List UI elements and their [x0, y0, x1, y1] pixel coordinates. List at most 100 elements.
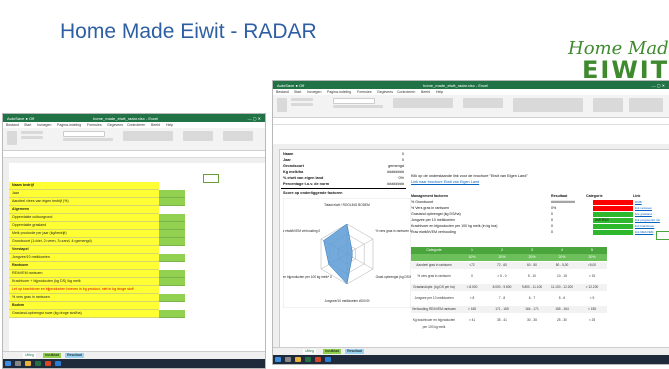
font-select[interactable] [63, 131, 105, 137]
mgmt-link[interactable]: link krachtvoer [635, 224, 654, 228]
mgmt-link[interactable]: link rantsoen [635, 206, 652, 210]
menu-beeld[interactable]: Beeld [421, 90, 430, 94]
input-cell[interactable] [159, 270, 185, 278]
powerpoint-icon[interactable] [45, 361, 51, 366]
selected-cell[interactable] [656, 231, 669, 240]
powerpoint-icon[interactable] [315, 357, 321, 362]
explorer-icon[interactable] [25, 361, 31, 366]
menu-help[interactable]: Help [436, 90, 443, 94]
input-row: Let op krachtvoer en bijproducten hoeven… [9, 286, 159, 294]
mgmt-link[interactable]: #N/B [635, 200, 642, 204]
input-row-label: Jaar [12, 191, 19, 195]
formula-bar[interactable] [273, 118, 669, 125]
font-style-buttons[interactable] [63, 138, 113, 141]
input-cell[interactable] [159, 254, 185, 262]
start-icon[interactable] [5, 361, 11, 366]
input-cell[interactable] [159, 190, 185, 198]
tab-invulblad[interactable]: Invulblad [43, 353, 62, 358]
menu-invoegen[interactable]: Invoegen [37, 123, 51, 127]
menu-pagina-indeling[interactable]: Pagina-indeling [57, 123, 81, 127]
mgmt-link[interactable]: link RE/kVEM [635, 230, 653, 234]
cut-icon[interactable] [291, 98, 313, 101]
menu-start[interactable]: Start [24, 123, 31, 127]
mgmt-label: Grasland opbrengst (kg DS/ha) [411, 212, 461, 216]
tab-resultaat[interactable]: Resultaat [65, 353, 84, 358]
input-row-label: Algemeen [12, 207, 30, 211]
input-row: Krachtvoer + bijproducten (kg DS) /kg me… [9, 278, 159, 286]
category-cell: Jongvee per 10 melkkoeien [411, 295, 457, 302]
menu-help[interactable]: Help [166, 123, 173, 127]
excel-window-resultaat[interactable]: AutoSave ● Off home_made_eiwit_radar.xls… [272, 80, 669, 365]
font-select[interactable] [333, 98, 375, 104]
input-cell[interactable] [159, 198, 185, 206]
excel-icon[interactable] [35, 361, 41, 366]
menu-pagina-indeling[interactable]: Pagina-indeling [327, 90, 351, 94]
start-icon[interactable] [275, 357, 281, 362]
menu-start[interactable]: Start [294, 90, 301, 94]
mgmt-col-result: Resultaat [551, 194, 568, 198]
input-cell[interactable] [159, 222, 185, 230]
styles-group[interactable] [513, 98, 583, 112]
menu-gegevens[interactable]: Gegevens [377, 90, 393, 94]
tab-resultaat[interactable]: Resultaat [345, 349, 364, 354]
category-cell: 72 - 60 [487, 262, 517, 269]
tab-uitleg[interactable]: Uitleg [303, 349, 316, 354]
menu-bestand[interactable]: Bestand [6, 123, 19, 127]
font-style-buttons[interactable] [333, 105, 383, 108]
search-icon[interactable] [15, 361, 21, 366]
alignment-group[interactable] [393, 98, 453, 108]
brochure-text: Klik op de onderstaande link voor de bro… [411, 174, 528, 178]
copy-icon[interactable] [21, 136, 43, 139]
window-controls[interactable]: — ▢ ✕ [248, 116, 261, 121]
menu-gegevens[interactable]: Gegevens [107, 123, 123, 127]
menu-invoegen[interactable]: Invoegen [307, 90, 321, 94]
excel-window-invulblad[interactable]: AutoSave ● Off home_made_eiwit_radar.xls… [2, 113, 266, 369]
paste-icon[interactable] [7, 131, 17, 145]
input-cell[interactable] [159, 214, 185, 222]
tab-uitleg[interactable]: Uitleg [23, 353, 36, 358]
input-row-label: Aandeel vlees van eigen bedrijf (%) [12, 199, 69, 203]
styles-group[interactable] [223, 131, 253, 141]
input-cell[interactable] [159, 310, 185, 318]
outlook-icon[interactable] [325, 357, 331, 362]
brochure-link[interactable]: Link naar brochure Eiwit van Eigen Land [411, 180, 479, 184]
category-cell: > 165 [457, 306, 487, 313]
summary-value: ######## [387, 170, 404, 174]
outlook-icon[interactable] [55, 361, 61, 366]
menu-formules[interactable]: Formules [357, 90, 372, 94]
window-title-bar[interactable]: AutoSave ● Off home_made_eiwit_radar.xls… [273, 81, 669, 89]
window-controls[interactable]: — ▢ ✕ [652, 83, 665, 88]
tab-invulblad[interactable]: Invulblad [323, 349, 342, 354]
menu-controleren[interactable]: Controleren [397, 90, 415, 94]
cells-group[interactable] [593, 98, 623, 112]
input-cell[interactable] [159, 294, 185, 302]
excel-icon[interactable] [305, 357, 311, 362]
input-cell[interactable] [159, 278, 185, 286]
cut-icon[interactable] [21, 131, 43, 134]
menu-controleren[interactable]: Controleren [127, 123, 145, 127]
mgmt-link[interactable]: link jongvee/10 mk [635, 218, 660, 222]
number-group[interactable] [183, 131, 213, 141]
mgmt-category-cell [593, 206, 633, 211]
summary-label: Percentage t.o.v. de norm [283, 182, 330, 186]
menu-bestand[interactable]: Bestand [276, 90, 289, 94]
summary-value: 0 [401, 158, 404, 162]
menu-beeld[interactable]: Beeld [151, 123, 160, 127]
search-icon[interactable] [285, 357, 291, 362]
category-cell: > 8 [457, 295, 487, 302]
copy-icon[interactable] [291, 103, 313, 106]
input-cell[interactable] [159, 238, 185, 246]
ribbon [3, 128, 265, 151]
number-group[interactable] [463, 98, 503, 108]
alignment-group[interactable] [123, 131, 173, 141]
summary-value: 0 [401, 152, 404, 156]
formula-bar[interactable] [3, 151, 265, 158]
paste-icon[interactable] [277, 98, 287, 112]
menu-formules[interactable]: Formules [87, 123, 102, 127]
input-cell[interactable] [159, 230, 185, 238]
mgmt-link[interactable]: link grasland [635, 212, 652, 216]
editing-group[interactable] [629, 98, 663, 112]
window-title-bar[interactable]: AutoSave ● Off home_made_eiwit_radar.xls… [3, 114, 265, 122]
explorer-icon[interactable] [295, 357, 301, 362]
selected-cell[interactable] [203, 174, 219, 183]
